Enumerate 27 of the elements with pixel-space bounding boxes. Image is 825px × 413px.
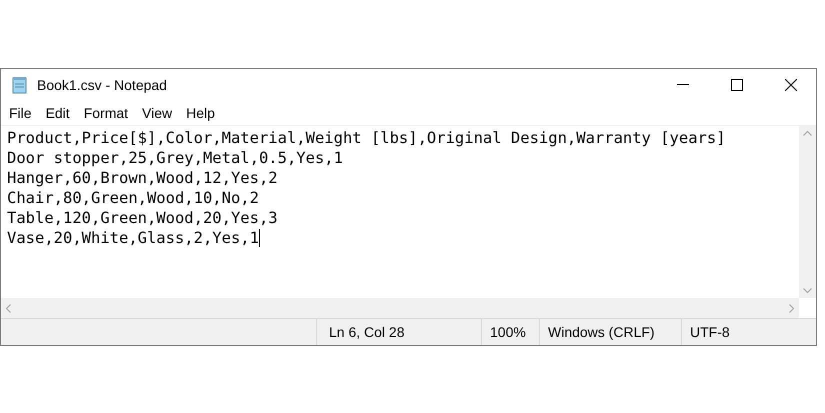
scroll-up-icon[interactable] (803, 130, 812, 136)
text-line: Chair,80,Green,Wood,10,No,2 (7, 188, 259, 208)
zoom-level: 100% (490, 322, 526, 342)
maximize-icon (731, 79, 743, 91)
menu-item[interactable]: Help (180, 102, 221, 124)
text-cursor (258, 229, 260, 247)
scroll-right-icon[interactable] (789, 304, 795, 312)
line-ending: Windows (CRLF) (548, 322, 655, 342)
encoding: UTF-8 (690, 322, 730, 342)
menu-item[interactable]: File (3, 102, 38, 124)
scroll-down-icon[interactable] (803, 288, 812, 294)
menu-item[interactable]: View (136, 102, 178, 124)
text-line: Vase,20,White,Glass,2,Yes,1 (7, 228, 259, 248)
window-title: Book1.csv - Notepad (37, 76, 167, 95)
cursor-position: Ln 6, Col 28 (329, 322, 404, 342)
text-line: Door stopper,25,Grey,Metal,0.5,Yes,1 (7, 148, 343, 168)
scroll-left-icon[interactable] (5, 304, 11, 312)
text-line: Product,Price[$],Color,Material,Weight [lbs],Original Design,Warranty [years] (7, 128, 726, 148)
vertical-scrollbar[interactable] (799, 126, 816, 298)
horizontal-scrollbar[interactable] (1, 298, 799, 318)
minimize-icon (677, 84, 689, 86)
close-icon (785, 79, 797, 91)
text-line: Hanger,60,Brown,Wood,12,Yes,2 (7, 168, 278, 188)
text-line: Table,120,Green,Wood,20,Yes,3 (7, 208, 278, 228)
menu-item[interactable]: Edit (40, 102, 76, 124)
notepad-icon (11, 76, 29, 94)
menu-item[interactable]: Format (78, 102, 134, 124)
